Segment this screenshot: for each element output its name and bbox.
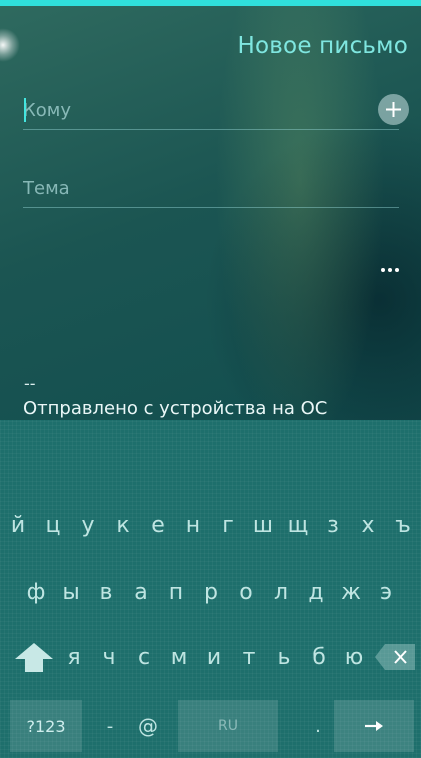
to-field-container [23,94,399,130]
more-options-button[interactable] [377,258,403,278]
key[interactable]: д [300,565,332,619]
to-field-underline [23,129,399,130]
keyboard-row-3: я ч с м и т ь б ю [0,630,421,684]
backspace-icon [375,644,415,670]
shift-arrow-icon [15,643,53,672]
key[interactable]: ь [268,630,300,684]
key[interactable]: т [233,630,265,684]
key[interactable]: а [125,565,157,619]
virtual-keyboard: й ц у к е н г ш щ з х ъ ф ы в а п р о л … [0,420,421,758]
key[interactable]: о [230,565,262,619]
key[interactable]: ф [20,565,52,619]
space-key[interactable]: RU [178,700,278,752]
signature-text: Отправлено с устройства на ОС [23,398,328,419]
keyboard-row-2: ф ы в а п р о л д ж э [0,565,421,619]
key[interactable]: в [90,565,122,619]
key[interactable]: н [177,498,209,552]
subject-input[interactable] [23,172,363,204]
text-cursor [24,98,26,122]
to-input[interactable] [23,94,363,126]
dot-key[interactable]: . [306,700,330,752]
plus-icon [386,102,401,117]
enter-arrow-icon [365,721,383,731]
key[interactable]: б [303,630,335,684]
key[interactable]: г [212,498,244,552]
key[interactable]: ъ [387,498,419,552]
key[interactable]: у [72,498,104,552]
keyboard-row-1: й ц у к е н г ш щ з х ъ [0,498,421,552]
page-title: Новое письмо [237,33,408,59]
key[interactable]: и [198,630,230,684]
at-key[interactable]: @ [131,700,165,752]
keyboard-row-4: ?123 - @ RU . [0,700,421,754]
add-recipient-button[interactable] [378,94,409,125]
key[interactable]: п [160,565,192,619]
enter-key[interactable] [334,700,414,752]
key[interactable]: х [352,498,384,552]
subject-field-container [23,172,399,208]
key[interactable]: з [317,498,349,552]
top-accent-bar [0,0,421,6]
key[interactable]: ю [338,630,370,684]
numbers-key[interactable]: ?123 [10,700,82,752]
key[interactable]: р [195,565,227,619]
key[interactable]: м [163,630,195,684]
key[interactable]: э [370,565,402,619]
key[interactable]: ж [335,565,367,619]
key[interactable]: ч [93,630,125,684]
key[interactable]: л [265,565,297,619]
key[interactable]: е [142,498,174,552]
key[interactable]: с [128,630,160,684]
key[interactable]: ц [37,498,69,552]
key[interactable]: щ [282,498,314,552]
key[interactable]: я [58,630,90,684]
subject-field-underline [23,207,399,208]
more-dots-icon [381,268,399,272]
dash-key[interactable]: - [98,700,122,752]
key[interactable]: ш [247,498,279,552]
backspace-key[interactable] [375,630,417,684]
key[interactable]: й [2,498,34,552]
key[interactable]: к [107,498,139,552]
signature-separator: -- [24,374,36,393]
shift-key[interactable] [10,630,58,684]
key[interactable]: ы [55,565,87,619]
